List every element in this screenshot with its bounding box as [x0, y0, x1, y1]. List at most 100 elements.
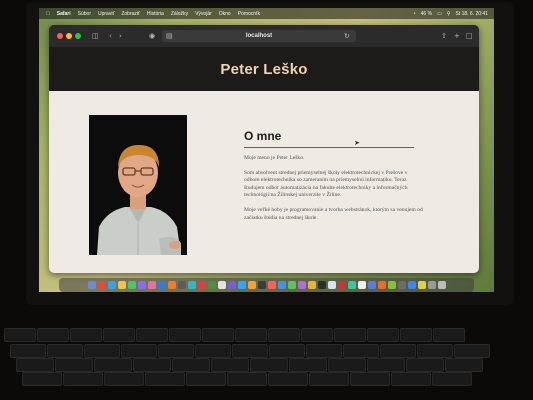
keyboard-key: [328, 358, 366, 372]
dock-app-icon[interactable]: [427, 281, 436, 289]
dock-app-icon[interactable]: [377, 281, 386, 289]
dock-app-icon[interactable]: [297, 281, 306, 289]
dock: [59, 278, 474, 292]
keyboard-key: [417, 344, 453, 358]
menu-item-file[interactable]: Súbor: [78, 11, 91, 17]
keyboard-key: [289, 358, 327, 372]
battery-status[interactable]: 46 %: [421, 11, 432, 17]
dock-app-icon[interactable]: [287, 281, 296, 289]
keyboard-key: [172, 358, 210, 372]
apple-icon[interactable]: : [46, 11, 50, 17]
keyboard-key: [55, 358, 93, 372]
dock-app-icon[interactable]: [357, 281, 366, 289]
keyboard-key: [235, 328, 267, 342]
wifi-icon[interactable]: ◔: [413, 11, 416, 17]
dock-app-icon[interactable]: [367, 281, 376, 289]
keyboard-key: [195, 344, 231, 358]
dock-app-icon[interactable]: [187, 281, 196, 289]
browser-window: ◫ ‹ › ◉ localhost ▤ ↻ ⇧ + □ Peter Leško: [49, 25, 479, 273]
dock-app-icon[interactable]: [307, 281, 316, 289]
dock-app-icon[interactable]: [207, 281, 216, 289]
close-button[interactable]: [57, 33, 63, 39]
keyboard-key: [169, 328, 201, 342]
keyboard-key: [186, 372, 226, 386]
page-icon[interactable]: ▤: [166, 30, 173, 42]
tabs-overview-icon[interactable]: □: [466, 30, 473, 42]
dock-app-icon[interactable]: [217, 281, 226, 289]
dock-app-icon[interactable]: [337, 281, 346, 289]
keyboard-key: [400, 328, 432, 342]
keyboard-key: [16, 358, 54, 372]
keyboard-key: [37, 328, 69, 342]
laptop-screen:  Safari Súbor Upraviť Zobraziť História…: [39, 8, 494, 292]
dock-app-icon[interactable]: [347, 281, 356, 289]
keyboard-key: [406, 358, 444, 372]
keyboard-key: [306, 344, 342, 358]
keyboard-key: [454, 344, 490, 358]
keyboard-key: [145, 372, 185, 386]
keyboard-key: [367, 328, 399, 342]
keyboard-key: [350, 372, 390, 386]
keyboard-key: [268, 328, 300, 342]
search-icon[interactable]: ⚲: [447, 11, 451, 17]
dock-app-icon[interactable]: [87, 281, 96, 289]
browser-toolbar: ◫ ‹ › ◉ localhost ▤ ↻ ⇧ + □: [49, 25, 479, 47]
keyboard-key: [47, 344, 83, 358]
keyboard-key: [133, 358, 171, 372]
dock-app-icon[interactable]: [157, 281, 166, 289]
new-tab-icon[interactable]: +: [454, 30, 460, 42]
dock-app-icon[interactable]: [177, 281, 186, 289]
menu-item-window[interactable]: Okno: [219, 11, 231, 17]
dock-app-icon[interactable]: [127, 281, 136, 289]
keyboard: [0, 320, 533, 400]
dock-app-icon[interactable]: [317, 281, 326, 289]
keyboard-key: [121, 344, 157, 358]
battery-icon[interactable]: ▭: [437, 11, 442, 17]
menu-item-edit[interactable]: Upraviť: [98, 11, 114, 17]
dock-app-icon[interactable]: [257, 281, 266, 289]
menu-item-history[interactable]: História: [147, 11, 164, 17]
keyboard-key: [10, 344, 46, 358]
profile-photo: [89, 115, 187, 255]
site-header: Peter Leško: [49, 47, 479, 91]
minimize-button[interactable]: [66, 33, 72, 39]
dock-app-icon[interactable]: [327, 281, 336, 289]
dock-app-icon[interactable]: [97, 281, 106, 289]
address-bar[interactable]: localhost: [162, 30, 356, 42]
dock-app-icon[interactable]: [167, 281, 176, 289]
dock-app-icon[interactable]: [267, 281, 276, 289]
menu-item-bookmarks[interactable]: Záložky: [171, 11, 188, 17]
dock-app-icon[interactable]: [107, 281, 116, 289]
portrait-illustration: [89, 115, 187, 255]
dock-app-icon[interactable]: [237, 281, 246, 289]
dock-app-icon[interactable]: [397, 281, 406, 289]
chevron-left-icon[interactable]: ‹: [109, 30, 112, 42]
dock-app-icon[interactable]: [407, 281, 416, 289]
dock-app-icon[interactable]: [387, 281, 396, 289]
keyboard-key: [84, 344, 120, 358]
menu-item-develop[interactable]: Vývojár: [195, 11, 212, 17]
reload-icon[interactable]: ↻: [344, 30, 350, 42]
menu-item-help[interactable]: Pomocník: [238, 11, 260, 17]
dock-app-icon[interactable]: [197, 281, 206, 289]
chevron-right-icon[interactable]: ›: [119, 30, 122, 42]
dock-app-icon[interactable]: [277, 281, 286, 289]
keyboard-key: [250, 358, 288, 372]
clock[interactable]: St 18. 6. 20:41: [455, 11, 488, 17]
zoom-button[interactable]: [75, 33, 81, 39]
shield-icon[interactable]: ◉: [149, 30, 155, 42]
dock-app-icon[interactable]: [247, 281, 256, 289]
keyboard-key: [380, 344, 416, 358]
share-icon[interactable]: ⇧: [441, 30, 447, 42]
dock-app-icon[interactable]: [147, 281, 156, 289]
keyboard-key: [232, 344, 268, 358]
menu-item-safari[interactable]: Safari: [57, 11, 71, 17]
dock-app-icon[interactable]: [417, 281, 426, 289]
dock-app-icon[interactable]: [227, 281, 236, 289]
about-heading: O mne: [244, 129, 414, 148]
sidebar-icon[interactable]: ◫: [92, 30, 99, 42]
dock-app-icon[interactable]: [437, 281, 446, 289]
dock-app-icon[interactable]: [117, 281, 126, 289]
menu-item-view[interactable]: Zobraziť: [121, 11, 140, 17]
dock-app-icon[interactable]: [137, 281, 146, 289]
